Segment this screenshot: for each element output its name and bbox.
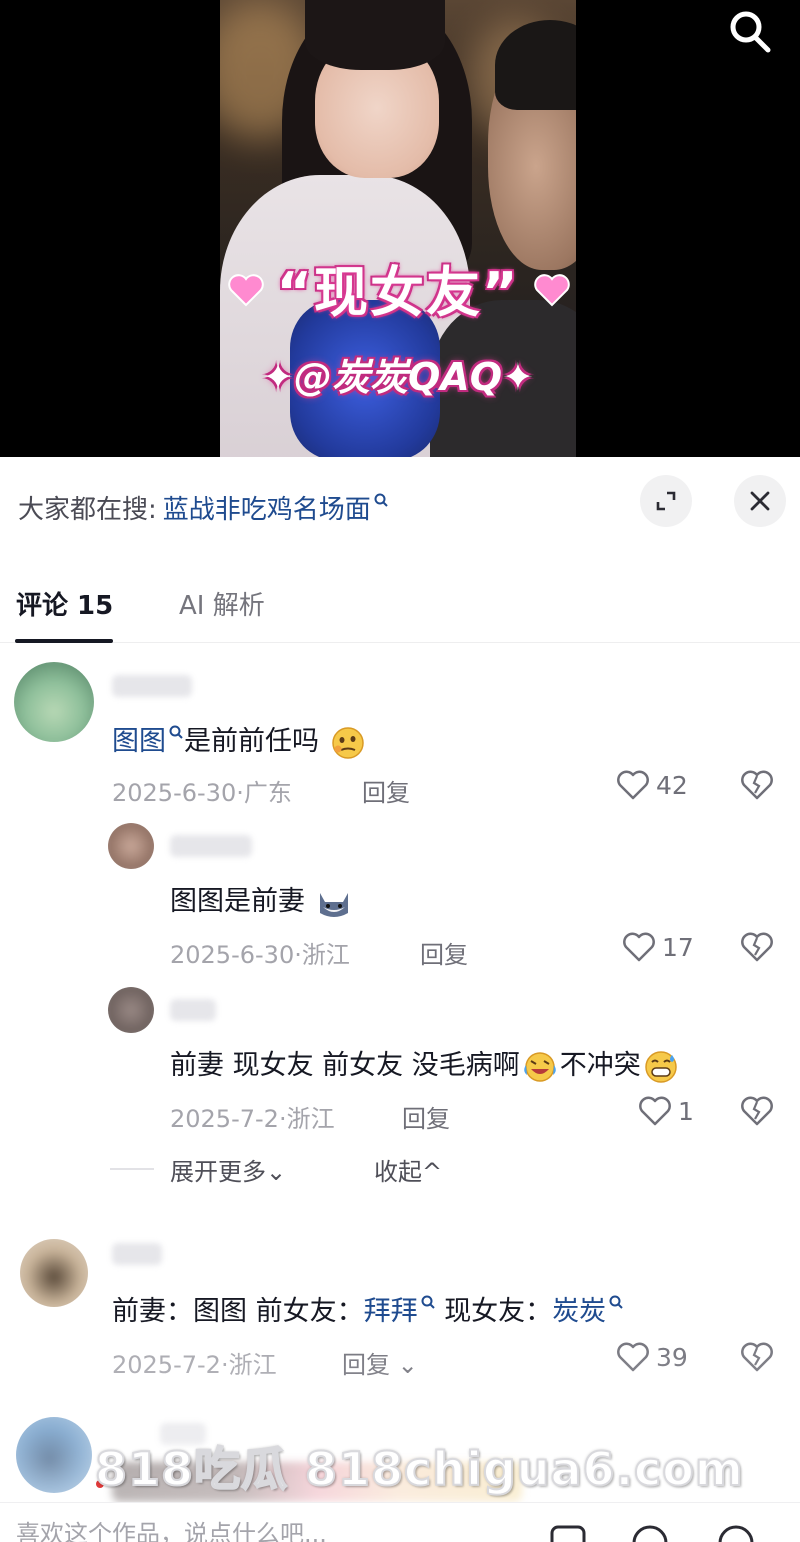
- search-icon[interactable]: [724, 6, 776, 56]
- comment-body: 是前前任吗: [184, 726, 319, 757]
- like-count: 17: [662, 932, 694, 962]
- comment-input-bar: [0, 1502, 800, 1542]
- search-icon: [169, 725, 183, 739]
- heart-outline-icon: [639, 1096, 671, 1126]
- image-icon[interactable]: [716, 1521, 756, 1542]
- active-tab-indicator: [15, 639, 113, 643]
- search-icon: [374, 493, 388, 507]
- comment-text: 前妻：图图 前女友：拜拜 现女友：炭炭: [112, 1289, 624, 1328]
- comment-keyword[interactable]: 炭炭: [552, 1296, 606, 1327]
- dislike-broken-heart-icon[interactable]: [740, 769, 774, 801]
- avatar[interactable]: [108, 987, 154, 1033]
- comment-body: 前妻：图图 前女友：: [112, 1296, 364, 1327]
- username[interactable]: [112, 675, 192, 697]
- heart-outline-icon: [617, 1342, 649, 1372]
- thinking-face-icon: [331, 726, 364, 759]
- comment-keyword[interactable]: 拜拜: [364, 1296, 418, 1327]
- dislike-broken-heart-icon[interactable]: [740, 931, 774, 963]
- emoji-icon[interactable]: [630, 1521, 670, 1542]
- tab-comments[interactable]: 评论 15: [16, 585, 113, 622]
- trending-search-link[interactable]: 蓝战非吃鸡名场面: [163, 489, 389, 526]
- reply-button[interactable]: 回复: [362, 773, 410, 808]
- tab-ai-analysis[interactable]: AI 解析: [179, 585, 265, 622]
- reply-button[interactable]: 回复: [420, 935, 468, 970]
- search-icon: [609, 1295, 623, 1309]
- avatar[interactable]: [14, 662, 94, 742]
- reply-text: 图图是前妻: [170, 879, 354, 921]
- close-button[interactable]: [734, 475, 786, 527]
- cat-face-icon: [319, 892, 348, 917]
- avatar[interactable]: [20, 1239, 88, 1307]
- like-button[interactable]: 42: [616, 769, 688, 801]
- like-count: 42: [656, 770, 688, 800]
- trending-label: 大家都在搜:: [18, 494, 157, 525]
- thread-divider: [110, 1168, 154, 1170]
- bangs: [305, 0, 445, 70]
- reply-body: 图图是前妻: [170, 886, 305, 917]
- close-icon: [750, 491, 770, 511]
- comment-body: 现女友：: [444, 1296, 553, 1327]
- video-frame[interactable]: “现女友” ✦@炭炭QAQ✦: [220, 0, 576, 457]
- username[interactable]: [170, 835, 252, 857]
- search-icon: [421, 1295, 435, 1309]
- trending-search-bar: 大家都在搜: 蓝战非吃鸡名场面: [18, 487, 389, 527]
- comment-input[interactable]: [16, 1511, 536, 1542]
- video-caption-title: “现女友”: [276, 261, 520, 324]
- username[interactable]: [112, 1243, 162, 1265]
- heart-outline-icon: [623, 932, 655, 962]
- reply-text: 前妻 现女友 前女友 没毛病啊 不冲突: [170, 1043, 681, 1085]
- reply-body-continued: 不冲突: [559, 1050, 641, 1081]
- comment-keyword[interactable]: 图图: [112, 726, 166, 757]
- dislike-broken-heart-icon[interactable]: [740, 1341, 774, 1373]
- avatar[interactable]: [108, 823, 154, 869]
- comment-panel: 大家都在搜: 蓝战非吃鸡名场面 评论 15 AI 解析 图图 是前前任吗 202…: [0, 457, 800, 1542]
- reply-date-location: 2025-6-30·浙江: [170, 941, 350, 969]
- expand-icon: [656, 491, 676, 511]
- crying-laughing-icon: [523, 1051, 556, 1082]
- comment-date-location: 2025-6-30·广东: [112, 779, 292, 807]
- like-count: 39: [656, 1342, 688, 1372]
- username[interactable]: [170, 999, 216, 1021]
- like-button[interactable]: 39: [616, 1341, 688, 1373]
- reply-body: 前妻 现女友 前女友 没毛病啊: [170, 1050, 520, 1081]
- fullscreen-button[interactable]: [640, 475, 692, 527]
- video-player[interactable]: “现女友” ✦@炭炭QAQ✦: [0, 0, 800, 457]
- like-button[interactable]: 17: [622, 931, 694, 963]
- comment-tabs: 评论 15 AI 解析: [0, 577, 800, 643]
- reply-button[interactable]: 回复 ⌄: [342, 1345, 418, 1380]
- trending-search-text: 蓝战非吃鸡名场面: [162, 494, 371, 525]
- grinning-sweat-icon: [645, 1050, 677, 1083]
- comment-date-location: 2025-7-2·浙江: [112, 1351, 277, 1379]
- dislike-broken-heart-icon[interactable]: [740, 1095, 774, 1127]
- heart-outline-icon: [617, 770, 649, 800]
- like-count: 1: [678, 1096, 694, 1126]
- reply-button[interactable]: 回复: [402, 1099, 450, 1134]
- like-button[interactable]: 1: [638, 1095, 694, 1127]
- watermark-text: 818吃瓜 818chigua6.com: [94, 1441, 744, 1497]
- video-caption-handle: ✦@炭炭QAQ✦: [262, 355, 534, 399]
- collapse-replies-button[interactable]: 收起^: [374, 1152, 442, 1187]
- comment-text: 图图 是前前任吗: [112, 719, 368, 761]
- avatar[interactable]: [16, 1417, 92, 1493]
- expand-more-replies-button[interactable]: 展开更多⌄: [170, 1152, 286, 1187]
- at-mention-icon[interactable]: [548, 1521, 588, 1542]
- reply-date-location: 2025-7-2·浙江: [170, 1105, 335, 1133]
